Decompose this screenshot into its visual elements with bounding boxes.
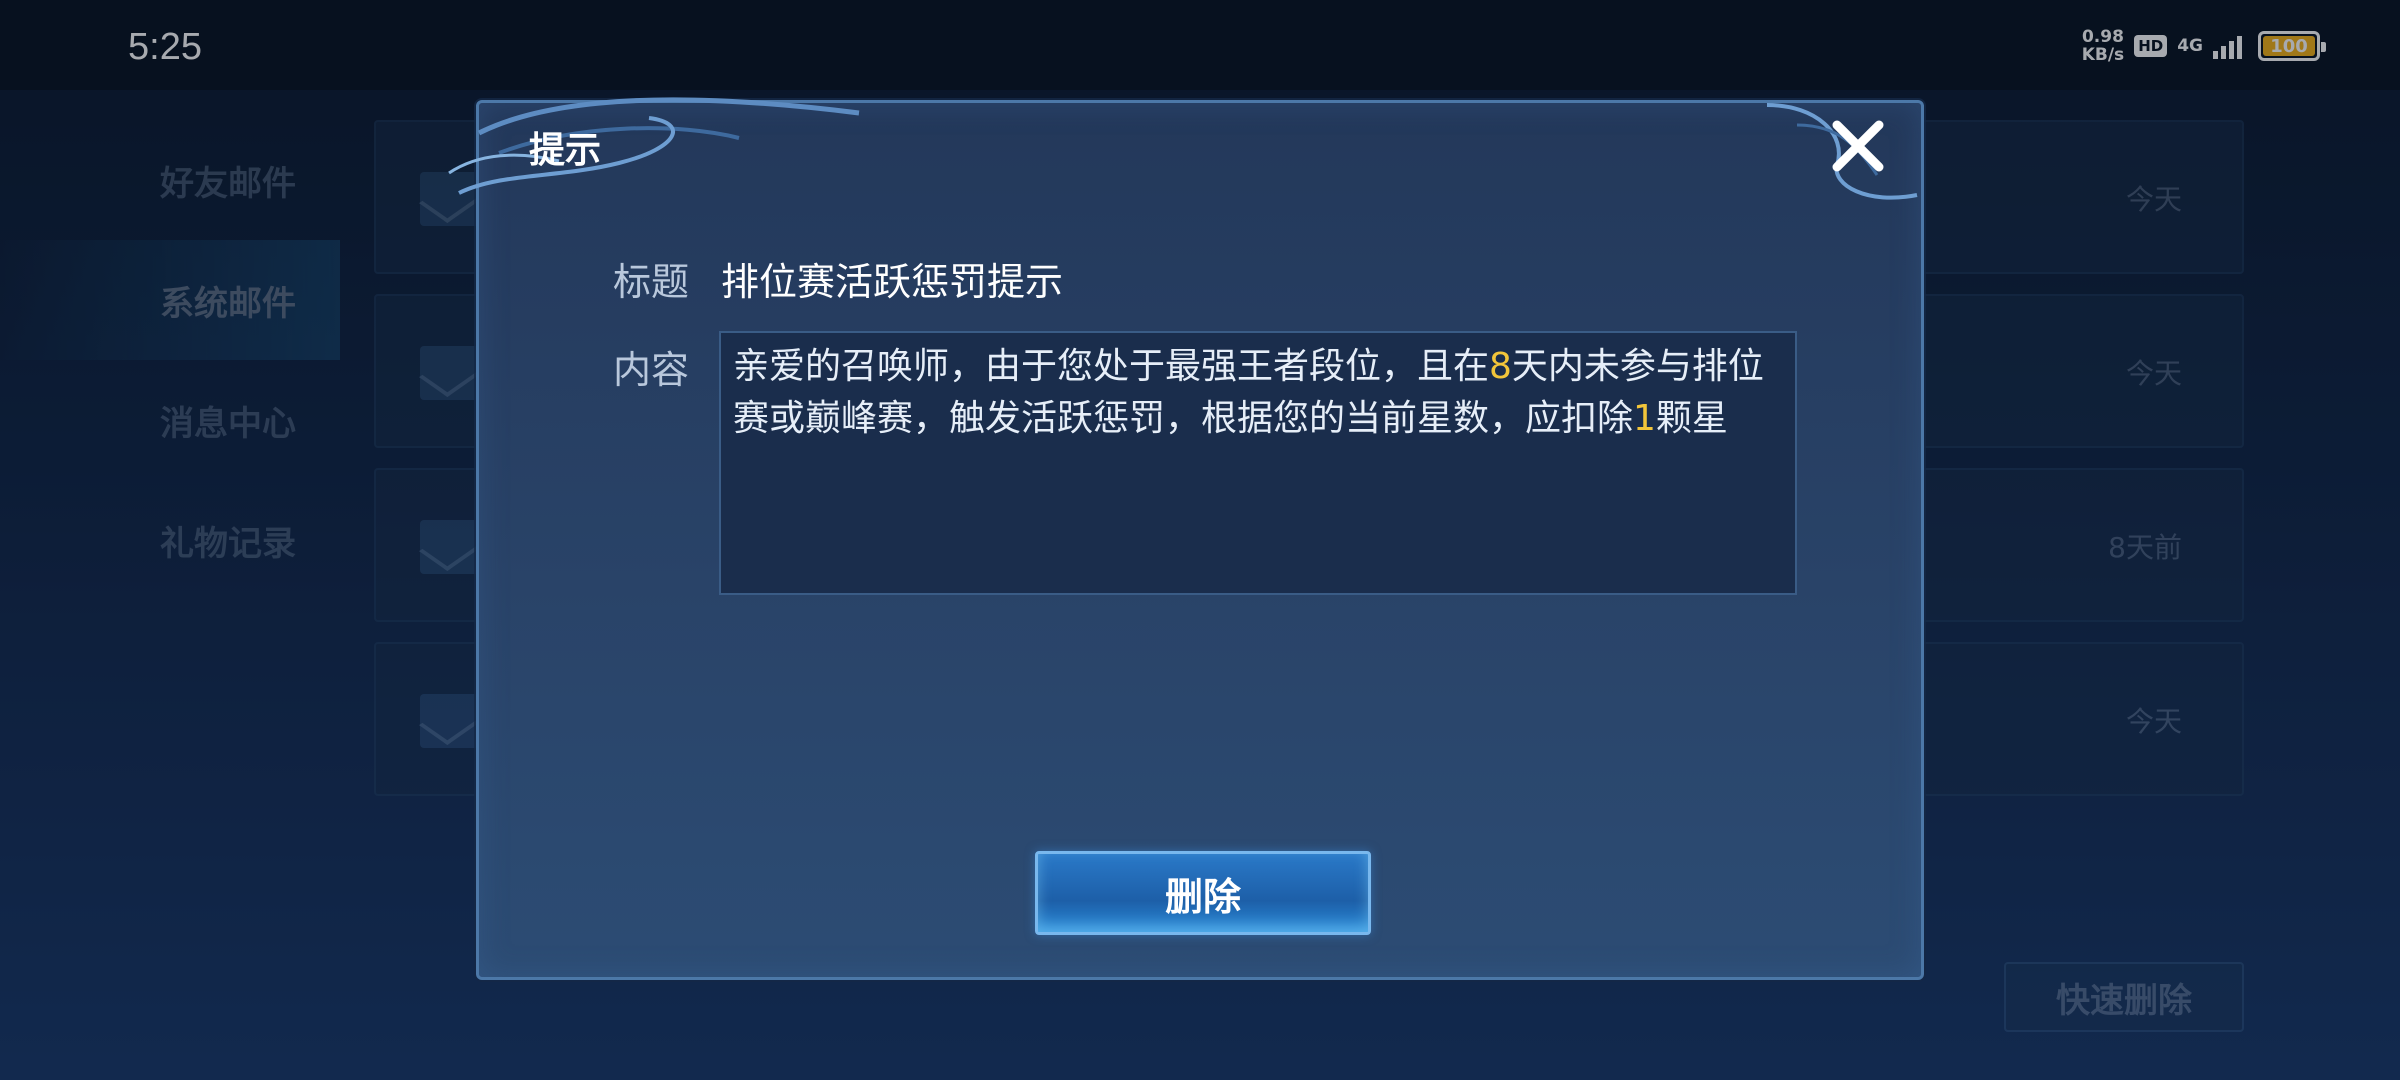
- content-highlight-stars: 1: [1633, 398, 1656, 439]
- content-text: 颗星: [1655, 398, 1728, 439]
- delete-button[interactable]: 删除: [1035, 851, 1371, 935]
- notice-dialog: 提示 标题 排位赛活跃惩罚提示 内容 亲爱的召唤师，由于您处于最强王者段位，且在…: [448, 97, 1924, 980]
- content-highlight-days: 8: [1489, 346, 1512, 387]
- dialog-title: 提示: [529, 130, 602, 171]
- close-button[interactable]: [1825, 113, 1891, 179]
- content-text: 亲爱的召唤师，由于您处于最强王者段位，且在: [733, 346, 1490, 387]
- close-icon: [1832, 120, 1884, 172]
- title-field-label: 标题: [613, 260, 690, 304]
- mail-subject: 排位赛活跃惩罚提示: [721, 260, 1064, 304]
- content-field-label: 内容: [613, 348, 690, 392]
- ornament-left-icon: [448, 97, 860, 195]
- mail-content: 亲爱的召唤师，由于您处于最强王者段位，且在8天内未参与排位赛或巅峰赛，触发活跃惩…: [719, 331, 1797, 595]
